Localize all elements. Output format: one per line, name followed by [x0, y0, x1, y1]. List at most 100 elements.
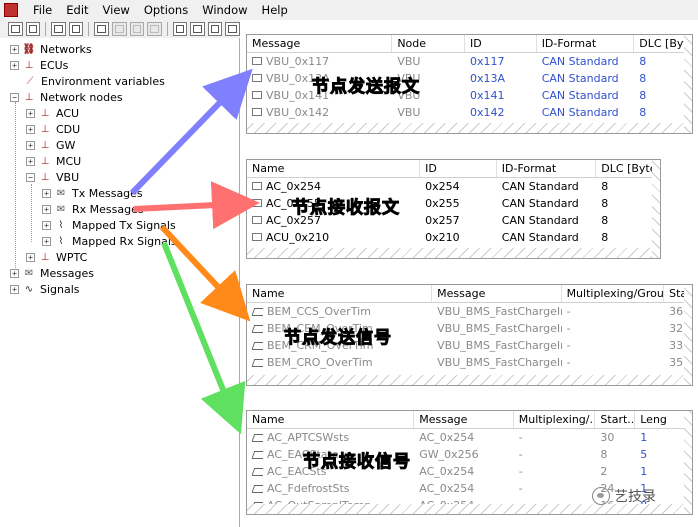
expand-icon[interactable]: +	[42, 188, 51, 198]
col-header-id[interactable]: ID	[420, 160, 497, 177]
col-header-multiplexing[interactable]: Multiplexing/...	[514, 411, 596, 428]
tree-item-network-nodes[interactable]: − ⊥ Network nodes	[10, 89, 123, 105]
col-header-name[interactable]: Name	[247, 411, 415, 428]
table-header: Name Message Multiplexing/... Start... L…	[247, 411, 692, 429]
menu-file[interactable]: File	[26, 3, 59, 17]
table-row[interactable]: AC_APTCSWsts AC_0x254 - 30 1	[247, 429, 692, 446]
tree-item-ecus[interactable]: + ⊥ ECUs	[10, 57, 68, 73]
view-list-icon[interactable]	[172, 22, 188, 36]
cell-text: CAN Standard	[541, 72, 619, 85]
expand-icon[interactable]: +	[26, 108, 35, 118]
cell-text: 1	[640, 465, 648, 478]
tree-item-vbu[interactable]: − ⊥ VBU	[26, 169, 79, 185]
collapse-icon[interactable]: −	[10, 92, 19, 102]
menu-edit[interactable]: Edit	[59, 3, 95, 17]
cell-text: 5	[640, 448, 648, 461]
expand-icon[interactable]: +	[26, 124, 35, 134]
disabled-icon[interactable]	[129, 22, 145, 36]
collapse-icon[interactable]: −	[26, 172, 35, 182]
node-icon: ⊥	[40, 123, 50, 135]
tree-item-gw[interactable]: + ⊥ GW	[26, 137, 75, 153]
expand-icon[interactable]: +	[26, 252, 35, 262]
table-cell: 2	[595, 463, 635, 480]
menu-options[interactable]: Options	[137, 3, 195, 17]
col-header-id-format[interactable]: ID-Format	[497, 160, 597, 177]
tree-item-cdu[interactable]: + ⊥ CDU	[26, 121, 80, 137]
tree-item-messages[interactable]: + ✉ Messages	[10, 265, 94, 281]
torn-edge	[247, 123, 692, 133]
expand-icon[interactable]: +	[10, 284, 19, 294]
expand-icon[interactable]: +	[42, 236, 51, 246]
table-row[interactable]: VBU_0x142 VBU 0x142 CAN Standard 8	[247, 104, 692, 121]
open-icon[interactable]	[8, 22, 23, 36]
copy-icon[interactable]	[51, 22, 66, 36]
table-cell: 0x117	[465, 53, 537, 70]
cell-text: 0x117	[470, 55, 505, 68]
message-icon: ✉	[56, 187, 66, 199]
col-header-message[interactable]: Message	[247, 35, 393, 52]
cell-text: -	[566, 322, 571, 335]
node-icon: ⊥	[40, 155, 50, 167]
expand-icon[interactable]: +	[26, 156, 35, 166]
message-icon	[252, 57, 262, 65]
cell-text: -	[518, 465, 523, 478]
table-header: Name ID ID-Format DLC [Byte]	[247, 160, 660, 178]
expand-icon[interactable]: +	[10, 268, 19, 278]
cell-text: 32	[669, 322, 684, 335]
disabled-icon[interactable]	[147, 22, 162, 36]
col-header-dlc[interactable]: DLC [Byte]	[596, 160, 660, 177]
view-details-icon[interactable]	[190, 22, 205, 36]
tree-item-tx-messages[interactable]: + ✉ Tx Messages	[42, 185, 143, 201]
view-grid-icon[interactable]	[207, 22, 223, 36]
col-header-id-format[interactable]: ID-Format	[537, 35, 635, 52]
col-header-name[interactable]: Name	[247, 285, 433, 302]
menu-view[interactable]: View	[96, 3, 137, 17]
tree-item-networks[interactable]: + ⛓ Networks	[10, 41, 92, 57]
paste-icon[interactable]	[68, 22, 84, 36]
table-row[interactable]: BEM_CCS_OverTim VBU_BMS_FastChargeInfo- 36	[247, 303, 692, 320]
tree-item-env[interactable]: ⟋ Environment variables	[23, 73, 165, 89]
menu-help[interactable]: Help	[255, 3, 295, 17]
tree-view: + ⛓ Networks + ⊥ ECUs ⟋ Environment vari…	[0, 38, 240, 527]
expand-icon[interactable]: +	[26, 140, 35, 150]
tree-item-signals[interactable]: + ∿ Signals	[10, 281, 80, 297]
toolbar	[0, 20, 241, 38]
table-row[interactable]: BEM_CRO_OverTim VBU_BMS_FastChargeInfo- 35	[247, 354, 692, 371]
toolbar-separator	[45, 22, 47, 36]
table-cell: CAN Standard	[497, 212, 597, 229]
table-row[interactable]: VBU_0x117 VBU 0x117 CAN Standard 8	[247, 53, 692, 70]
table-cell: GW_0x256	[414, 446, 514, 463]
table-cell: CAN Standard	[497, 229, 597, 246]
col-header-id[interactable]: ID	[465, 35, 537, 52]
cell-text: CAN Standard	[501, 214, 579, 227]
save-icon[interactable]	[25, 22, 41, 36]
expand-icon[interactable]: +	[42, 204, 51, 214]
disabled-icon[interactable]	[111, 22, 127, 36]
label-tx-signals: 节点发送信号	[284, 328, 392, 349]
tree-item-mcu[interactable]: + ⊥ MCU	[26, 153, 81, 169]
expand-icon[interactable]: +	[42, 220, 51, 230]
tree-item-mapped-tx-signals[interactable]: + ⌇ Mapped Tx Signals	[42, 217, 176, 233]
cell-text: CAN Standard	[541, 89, 619, 102]
edit-icon[interactable]	[94, 22, 109, 36]
table-header: Name Message Multiplexing/Group Starts	[247, 285, 692, 303]
view-tree-icon[interactable]	[225, 22, 241, 36]
tree-item-acu[interactable]: + ⊥ ACU	[26, 105, 79, 121]
tree-item-mapped-rx-signals[interactable]: + ⌇ Mapped Rx Signals	[42, 233, 177, 249]
expand-icon[interactable]: +	[10, 44, 19, 54]
tree-label: CDU	[56, 122, 81, 136]
message-icon	[252, 74, 262, 82]
col-header-startbit[interactable]: Start...	[595, 411, 636, 428]
expand-icon[interactable]: +	[10, 60, 19, 70]
signal-icon: ∿	[24, 283, 34, 295]
tree-item-wptc[interactable]: + ⊥ WPTC	[26, 249, 87, 265]
col-header-message[interactable]: Message	[432, 285, 562, 302]
col-header-message[interactable]: Message	[414, 411, 514, 428]
col-header-multiplexing[interactable]: Multiplexing/Group	[562, 285, 665, 302]
col-header-name[interactable]: Name	[247, 160, 421, 177]
table-cell: 8	[596, 195, 660, 212]
table-row[interactable]: ACU_0x210 0x210 CAN Standard 8	[247, 229, 660, 246]
col-header-node[interactable]: Node	[392, 35, 465, 52]
menu-window[interactable]: Window	[195, 3, 254, 17]
tree-item-rx-messages[interactable]: + ✉ Rx Messages	[42, 201, 144, 217]
